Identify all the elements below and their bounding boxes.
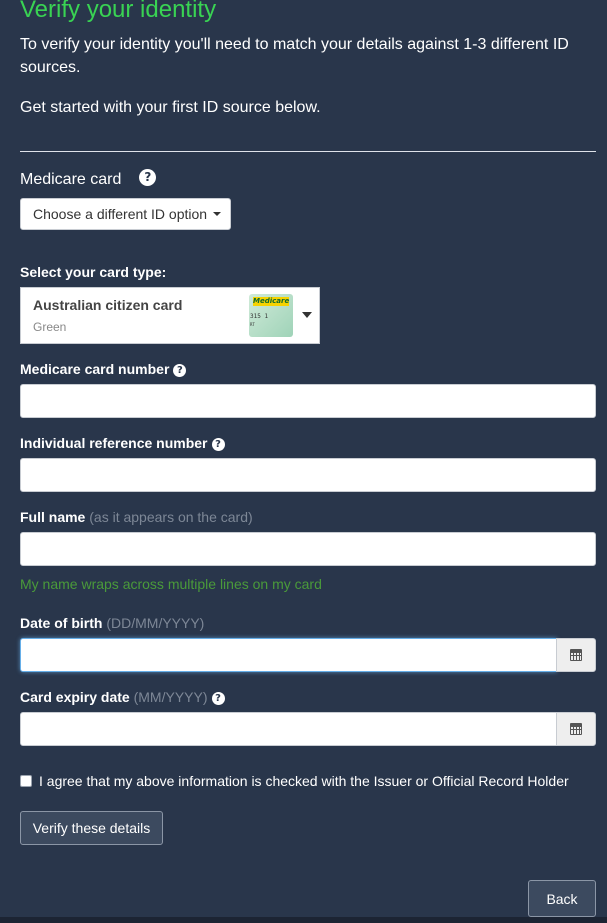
id-source-label: Medicare card (20, 171, 122, 188)
dob-label-text: Date of birth (20, 615, 103, 631)
expiry-calendar-button[interactable] (556, 712, 596, 746)
expiry-hint: (MM/YYYY) (133, 689, 208, 705)
id-source-heading: Medicare card ? (20, 168, 157, 189)
full-name-label-text: Full name (20, 509, 86, 525)
choose-id-option-dropdown[interactable]: Choose a different ID option (20, 198, 231, 230)
intro-text: To verify your identity you'll need to m… (20, 36, 569, 76)
card-type-label: Select your card type: (20, 264, 167, 280)
medicare-brand-logo: Medicare (253, 297, 290, 306)
calendar-icon (570, 649, 582, 661)
name-wraps-link[interactable]: My name wraps across multiple lines on m… (20, 576, 322, 592)
question-circle-icon[interactable]: ? (173, 364, 187, 377)
medicare-number-label-text: Medicare card number (20, 361, 170, 377)
card-thumb-number: 315 1 (250, 313, 269, 320)
back-label: Back (546, 890, 578, 907)
question-circle-icon[interactable]: ? (211, 438, 225, 451)
expiry-input[interactable] (20, 712, 557, 746)
card-thumb-small: RT (250, 322, 255, 327)
intro-text-secondary: Get started with your first ID source be… (20, 99, 321, 116)
dob-input-group (20, 638, 596, 672)
dob-calendar-button[interactable] (556, 638, 596, 672)
consent-row: I agree that my above information is che… (20, 773, 569, 789)
irn-label-text: Individual reference number (20, 435, 208, 451)
dob-hint: (DD/MM/YYYY) (106, 615, 205, 631)
medicare-number-input[interactable] (20, 384, 596, 418)
full-name-hint: (as it appears on the card) (89, 509, 253, 525)
consent-checkbox[interactable] (20, 775, 32, 787)
verify-details-button[interactable]: Verify these details (20, 811, 163, 845)
question-circle-icon[interactable]: ? (211, 692, 225, 705)
full-name-input[interactable] (20, 532, 596, 566)
card-type-select[interactable]: Australian citizen card Green Medicare 3… (20, 287, 320, 344)
expiry-input-group (20, 712, 596, 746)
irn-input[interactable] (20, 458, 596, 492)
verify-details-label: Verify these details (32, 820, 151, 836)
consent-label[interactable]: I agree that my above information is che… (39, 773, 569, 789)
irn-label: Individual reference number? (20, 435, 225, 451)
calendar-icon (570, 723, 582, 735)
chevron-down-icon (213, 212, 222, 216)
chevron-down-icon (302, 312, 312, 318)
full-name-label: Full name (as it appears on the card) (20, 509, 253, 525)
page-title: Verify your identity (20, 0, 217, 23)
bottom-edge (0, 917, 607, 923)
question-circle-icon[interactable]: ? (139, 168, 157, 186)
expiry-label: Card expiry date (MM/YYYY)? (20, 689, 225, 705)
card-type-title: Australian citizen card (33, 297, 183, 313)
card-type-subtitle: Green (33, 320, 67, 334)
choose-id-option-label: Choose a different ID option (33, 206, 208, 222)
dob-input[interactable] (20, 638, 557, 672)
medicare-card-thumbnail: Medicare 315 1 RT (249, 294, 293, 337)
dob-label: Date of birth (DD/MM/YYYY) (20, 615, 204, 631)
divider (20, 151, 596, 152)
expiry-label-text: Card expiry date (20, 689, 130, 705)
medicare-number-label: Medicare card number? (20, 361, 187, 377)
back-button[interactable]: Back (528, 880, 596, 917)
